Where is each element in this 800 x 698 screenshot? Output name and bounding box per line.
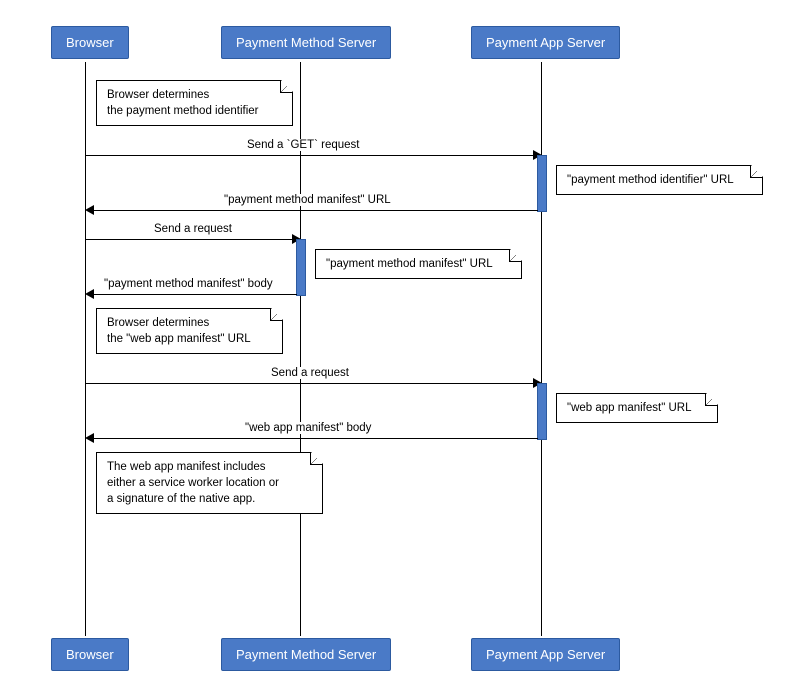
lifeline-browser xyxy=(85,62,86,636)
msg-line xyxy=(85,155,533,156)
arrow-icon xyxy=(85,205,94,215)
participant-pas-top: Payment App Server xyxy=(471,26,620,59)
msg-pmm-body: "payment method manifest" body xyxy=(102,278,275,290)
msg-send-request-2: Send a request xyxy=(269,367,351,379)
note-wam-url: "web app manifest" URL xyxy=(556,393,718,423)
note-line: Browser determines xyxy=(107,317,209,329)
note-wam-includes: The web app manifest includes either a s… xyxy=(96,452,323,514)
participant-browser-top: Browser xyxy=(51,26,129,59)
note-pmm-url: "payment method manifest" URL xyxy=(315,249,522,279)
arrow-icon xyxy=(85,289,94,299)
activation-pas-1 xyxy=(537,155,547,212)
msg-line xyxy=(94,438,538,439)
msg-line xyxy=(85,239,292,240)
note-line: the "web app manifest" URL xyxy=(107,333,251,345)
note-line: either a service worker location or xyxy=(107,477,279,489)
activation-pas-2 xyxy=(537,383,547,440)
participant-pms-top: Payment Method Server xyxy=(221,26,391,59)
arrow-icon xyxy=(85,433,94,443)
note-pmi-url: "payment method identifier" URL xyxy=(556,165,763,195)
note-line: the payment method identifier xyxy=(107,105,259,117)
participant-pas-bottom: Payment App Server xyxy=(471,638,620,671)
msg-send-request-1: Send a request xyxy=(152,223,234,235)
note-line: The web app manifest includes xyxy=(107,461,266,473)
participant-pms-bottom: Payment Method Server xyxy=(221,638,391,671)
msg-line xyxy=(94,294,297,295)
note-line: "payment method manifest" URL xyxy=(326,258,493,270)
note-line: "payment method identifier" URL xyxy=(567,174,734,186)
msg-get-request: Send a `GET` request xyxy=(245,139,362,151)
msg-pmm-url: "payment method manifest" URL xyxy=(222,194,393,206)
note-line: Browser determines xyxy=(107,89,209,101)
participant-browser-bottom: Browser xyxy=(51,638,129,671)
note-determines-identifier: Browser determines the payment method id… xyxy=(96,80,293,126)
activation-pms xyxy=(296,239,306,296)
note-determines-wam: Browser determines the "web app manifest… xyxy=(96,308,283,354)
msg-wam-body: "web app manifest" body xyxy=(243,422,373,434)
msg-line xyxy=(94,210,538,211)
msg-line xyxy=(85,383,533,384)
sequence-diagram: Browser Payment Method Server Payment Ap… xyxy=(20,20,780,678)
note-line: a signature of the native app. xyxy=(107,493,255,505)
lifeline-pas xyxy=(541,62,542,636)
note-line: "web app manifest" URL xyxy=(567,402,692,414)
